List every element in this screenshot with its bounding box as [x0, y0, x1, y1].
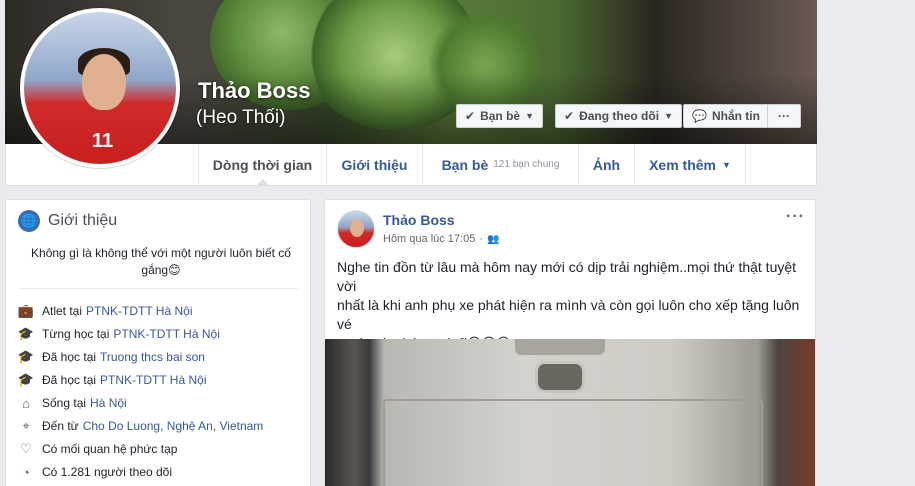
- intro-item-link[interactable]: Hà Nội: [90, 396, 127, 410]
- profile-name[interactable]: Thảo Boss: [198, 78, 310, 104]
- messenger-icon: 💬: [692, 109, 707, 123]
- profile-alternate-name: (Heo Thối): [196, 107, 286, 128]
- caret-down-icon: ▼: [525, 111, 534, 121]
- tab-more-label: Xem thêm: [649, 156, 716, 173]
- intro-title: Giới thiệu: [48, 212, 118, 229]
- intro-item[interactable]: 🎓 Đã học tại Truong thcs bai son: [18, 347, 308, 367]
- intro-item: ◔ Có 1.281 người theo dõi: [18, 462, 308, 482]
- rss-icon: ◔: [22, 464, 30, 480]
- intro-item-link[interactable]: PTNK-TDTT Hà Nội: [100, 373, 206, 387]
- more-options-icon: ···: [778, 109, 790, 123]
- globe-icon: 🌐: [18, 210, 40, 232]
- post-options-icon[interactable]: ···: [786, 208, 805, 226]
- tab-about[interactable]: Giới thiệu: [326, 144, 422, 185]
- post-author-avatar[interactable]: [337, 210, 375, 248]
- intro-item-link[interactable]: PTNK-TDTT Hà Nội: [86, 304, 192, 318]
- location-pin-icon: ⌖: [22, 418, 30, 433]
- intro-item-text: Đã học tại: [42, 373, 97, 387]
- caret-down-icon: ▼: [664, 111, 673, 121]
- check-icon: ✔: [465, 109, 476, 123]
- following-button-label: Đang theo dõi: [579, 109, 660, 123]
- intro-item-text: Sống tại: [42, 396, 87, 410]
- intro-item-text: Atlet tại: [42, 304, 83, 318]
- privacy-friends-icon[interactable]: 👥: [487, 234, 499, 245]
- post-text-line: Nghe tin đồn từ lâu mà hôm nay mới có dị…: [337, 259, 797, 294]
- caret-down-icon: ▼: [722, 159, 731, 170]
- bio-text: Không gì là không thể với một người luôn…: [31, 246, 291, 277]
- intro-item[interactable]: 🎓 Từng học tại PTNK-TDTT Hà Nội: [18, 324, 308, 344]
- intro-item-text: Từng học tại: [42, 327, 110, 341]
- intro-item-link[interactable]: Cho Do Luong, Nghệ An, Vietnam: [83, 419, 264, 433]
- post-timestamp[interactable]: Hôm qua lúc 17:05: [383, 233, 475, 245]
- tab-more[interactable]: Xem thêm ▼: [634, 144, 746, 185]
- mutual-friends-count: 121 bạn chung: [493, 159, 560, 170]
- post-text-line: nhất là khi anh phụ xe phát hiện ra mình…: [337, 297, 800, 332]
- friends-button[interactable]: ✔ Bạn bè ▼: [456, 104, 543, 128]
- tab-timeline[interactable]: Dòng thời gian: [198, 144, 326, 185]
- intro-item-text: Đã học tại: [42, 350, 97, 364]
- education-icon: 🎓: [17, 326, 35, 341]
- check-icon: ✔: [564, 109, 575, 123]
- post-author-name[interactable]: Thảo Boss: [383, 212, 455, 228]
- more-options-button[interactable]: ···: [767, 104, 801, 128]
- intro-item-text: Có 1.281 người theo dõi: [42, 465, 172, 479]
- intro-item-text: Đến từ: [42, 419, 79, 433]
- intro-item[interactable]: ⌂ Sống tại Hà Nội: [18, 393, 308, 413]
- tab-friends[interactable]: Bạn bè 121 bạn chung: [422, 144, 578, 185]
- work-icon: 💼: [17, 303, 35, 318]
- tab-photos[interactable]: Ảnh: [578, 144, 634, 185]
- post-photo[interactable]: [325, 339, 815, 486]
- education-icon: 🎓: [17, 372, 35, 387]
- tab-timeline-label: Dòng thời gian: [212, 156, 313, 173]
- message-button[interactable]: 💬 Nhắn tin: [683, 104, 769, 128]
- message-button-label: Nhắn tin: [711, 109, 760, 123]
- intro-item-link[interactable]: PTNK-TDTT Hà Nội: [113, 327, 219, 341]
- divider: [18, 288, 298, 289]
- intro-item[interactable]: 💼 Atlet tại PTNK-TDTT Hà Nội: [18, 301, 308, 321]
- heart-icon: ♡: [20, 441, 32, 456]
- tab-about-label: Giới thiệu: [341, 156, 408, 173]
- intro-item: ♡ Có mối quan hệ phức tạp: [18, 439, 308, 459]
- intro-card: 🌐 Giới thiệu Không gì là không thể với m…: [5, 199, 311, 486]
- friends-button-label: Bạn bè: [480, 109, 521, 123]
- intro-item-link[interactable]: Truong thcs bai son: [100, 350, 205, 364]
- home-icon: ⌂: [22, 395, 30, 411]
- profile-picture[interactable]: 11: [20, 8, 180, 168]
- tab-photos-label: Ảnh: [592, 156, 621, 173]
- intro-item[interactable]: ⌖ Đến từ Cho Do Luong, Nghệ An, Vietnam: [18, 416, 308, 436]
- education-icon: 🎓: [17, 349, 35, 364]
- following-button[interactable]: ✔ Đang theo dõi ▼: [555, 104, 682, 128]
- tab-friends-label: Bạn bè: [441, 156, 489, 173]
- intro-item[interactable]: 🎓 Đã học tại PTNK-TDTT Hà Nội: [18, 370, 308, 390]
- intro-item-text: Có mối quan hệ phức tạp: [42, 442, 178, 456]
- jersey-number: 11: [92, 130, 114, 152]
- post-card: Thảo Boss Hôm qua lúc 17:05 · 👥 ··· Nghe…: [324, 199, 816, 486]
